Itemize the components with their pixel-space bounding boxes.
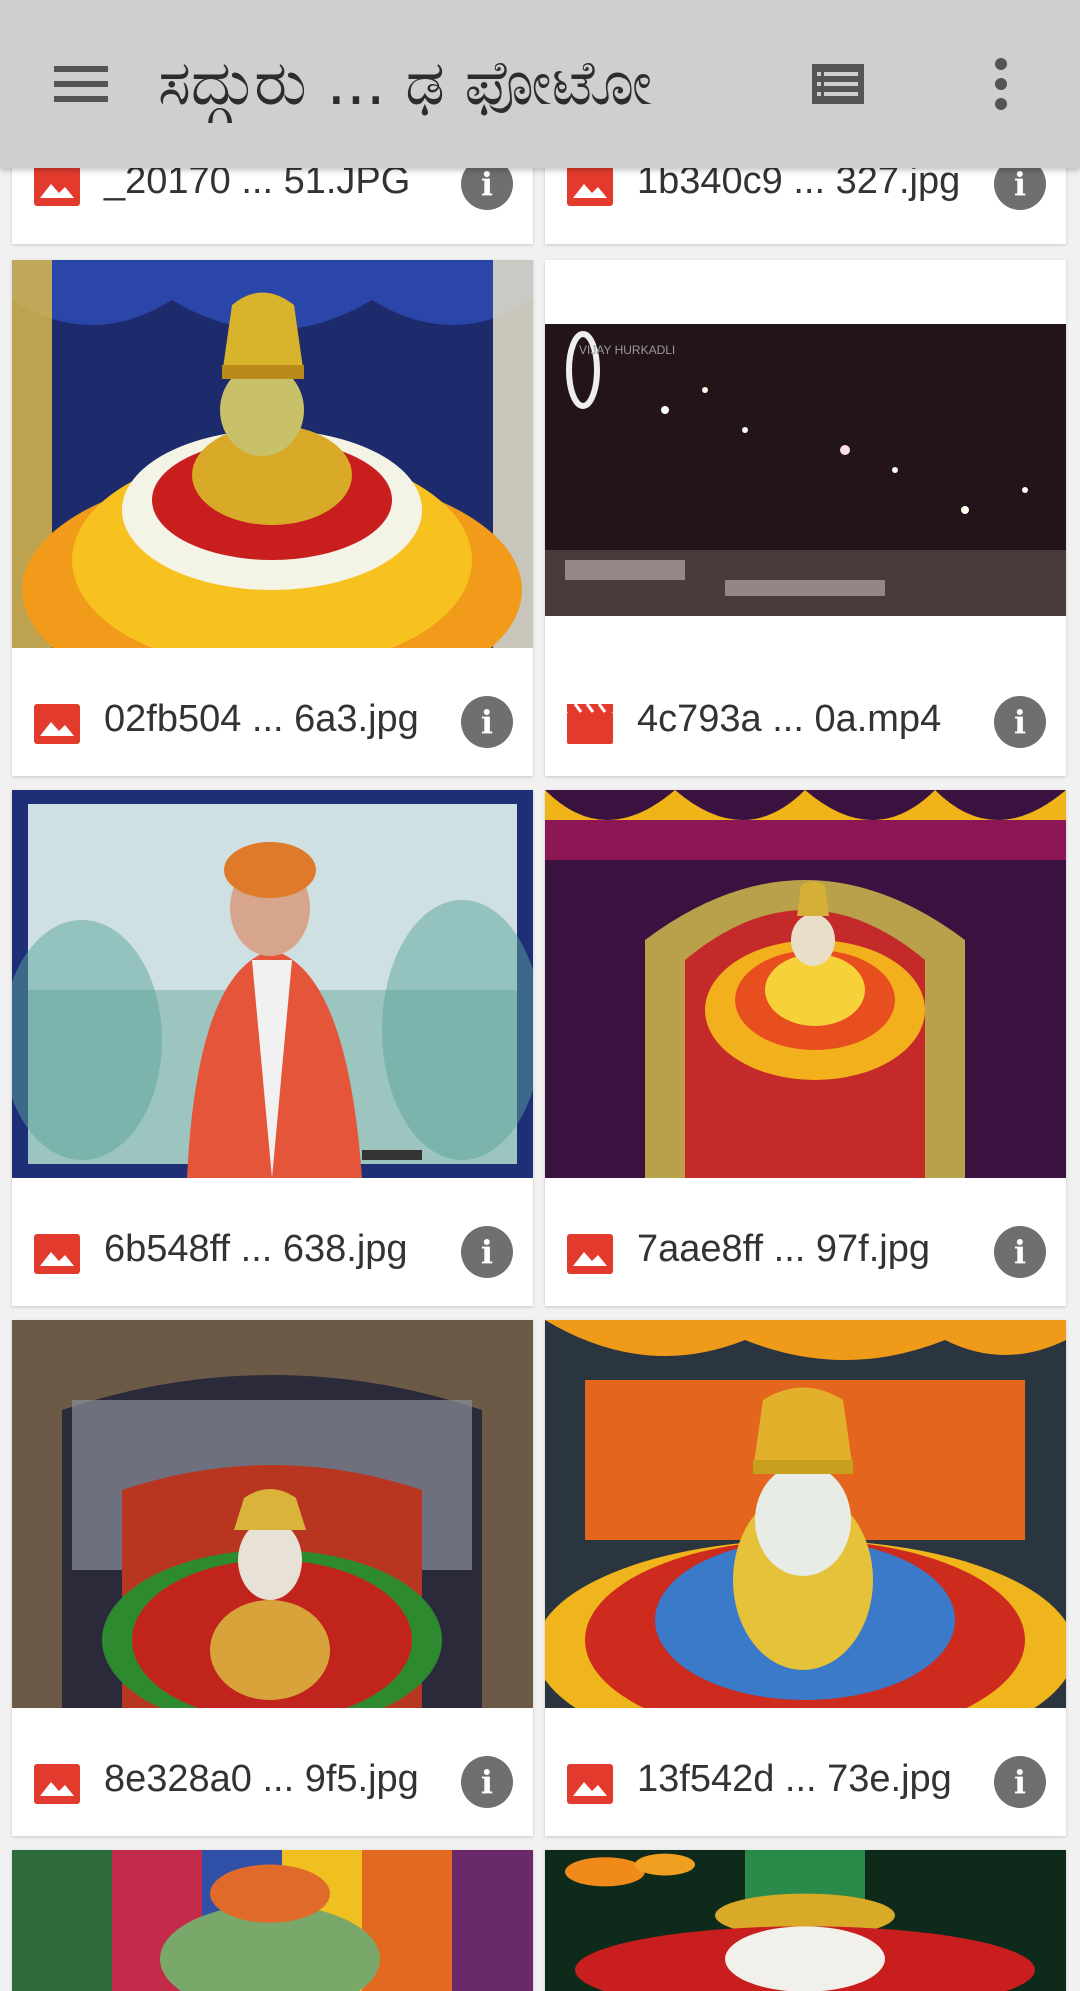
thumbnail-image: [12, 1320, 533, 1708]
app-bar: ಸದ್ಗುರು ... ಢ ಫೋಟೋ: [0, 0, 1080, 168]
file-caption: 4c793a ... 0a.mp4 i: [545, 668, 1066, 776]
file-card[interactable]: [12, 1850, 533, 1991]
image-file-icon: [34, 704, 80, 744]
file-card[interactable]: 13f542d ... 73e.jpg i: [545, 1320, 1066, 1836]
info-icon[interactable]: i: [461, 696, 513, 748]
thumbnail-image: [545, 1320, 1066, 1708]
info-icon[interactable]: i: [994, 1756, 1046, 1808]
image-file-icon: [34, 1234, 80, 1274]
file-name: 8e328a0 ... 9f5.jpg: [104, 1758, 419, 1800]
file-card[interactable]: 02fb504 ... 6a3.jpg i: [12, 260, 533, 776]
file-card[interactable]: 7aae8ff ... 97f.jpg i: [545, 790, 1066, 1306]
file-card[interactable]: 6b548ff ... 638.jpg i: [12, 790, 533, 1306]
video-watermark: VIJAY HURKADLI: [579, 343, 675, 357]
file-card[interactable]: 8e328a0 ... 9f5.jpg i: [12, 1320, 533, 1836]
file-name: 7aae8ff ... 97f.jpg: [637, 1228, 930, 1270]
hamburger-menu-icon[interactable]: [50, 60, 112, 108]
thumbnail-image: [12, 790, 533, 1178]
file-name: 02fb504 ... 6a3.jpg: [104, 698, 419, 740]
thumbnail-image: [545, 790, 1066, 1178]
image-file-icon: [567, 1234, 613, 1274]
thumbnail-image: [12, 260, 533, 648]
info-icon[interactable]: i: [461, 1756, 513, 1808]
file-caption: 6b548ff ... 638.jpg i: [12, 1198, 533, 1306]
image-file-icon: [34, 166, 80, 206]
image-file-icon: [567, 1764, 613, 1804]
image-file-icon: [34, 1764, 80, 1804]
list-view-icon[interactable]: [810, 60, 866, 108]
thumbnail-image: [545, 1850, 1066, 1991]
thumbnail-video: VIJAY HURKADLI: [545, 260, 1066, 648]
info-icon[interactable]: i: [994, 1226, 1046, 1278]
file-card[interactable]: [545, 1850, 1066, 1991]
image-file-icon: [567, 166, 613, 206]
more-vert-icon[interactable]: [984, 54, 1018, 114]
info-icon[interactable]: i: [461, 1226, 513, 1278]
video-file-icon: [567, 703, 613, 744]
file-caption: 8e328a0 ... 9f5.jpg i: [12, 1728, 533, 1836]
thumbnail-image: [12, 1850, 533, 1991]
info-icon[interactable]: i: [994, 696, 1046, 748]
file-name: 6b548ff ... 638.jpg: [104, 1228, 408, 1270]
file-name: 4c793a ... 0a.mp4: [637, 698, 942, 740]
file-name: 13f542d ... 73e.jpg: [637, 1758, 952, 1800]
file-caption: 7aae8ff ... 97f.jpg i: [545, 1198, 1066, 1306]
page-title: ಸದ್ಗುರು ... ಢ ಫೋಟೋ: [158, 46, 653, 119]
file-card[interactable]: VIJAY HURKADLI 4c793a ... 0a.mp4 i: [545, 260, 1066, 776]
file-caption: 02fb504 ... 6a3.jpg i: [12, 668, 533, 776]
file-caption: 13f542d ... 73e.jpg i: [545, 1728, 1066, 1836]
